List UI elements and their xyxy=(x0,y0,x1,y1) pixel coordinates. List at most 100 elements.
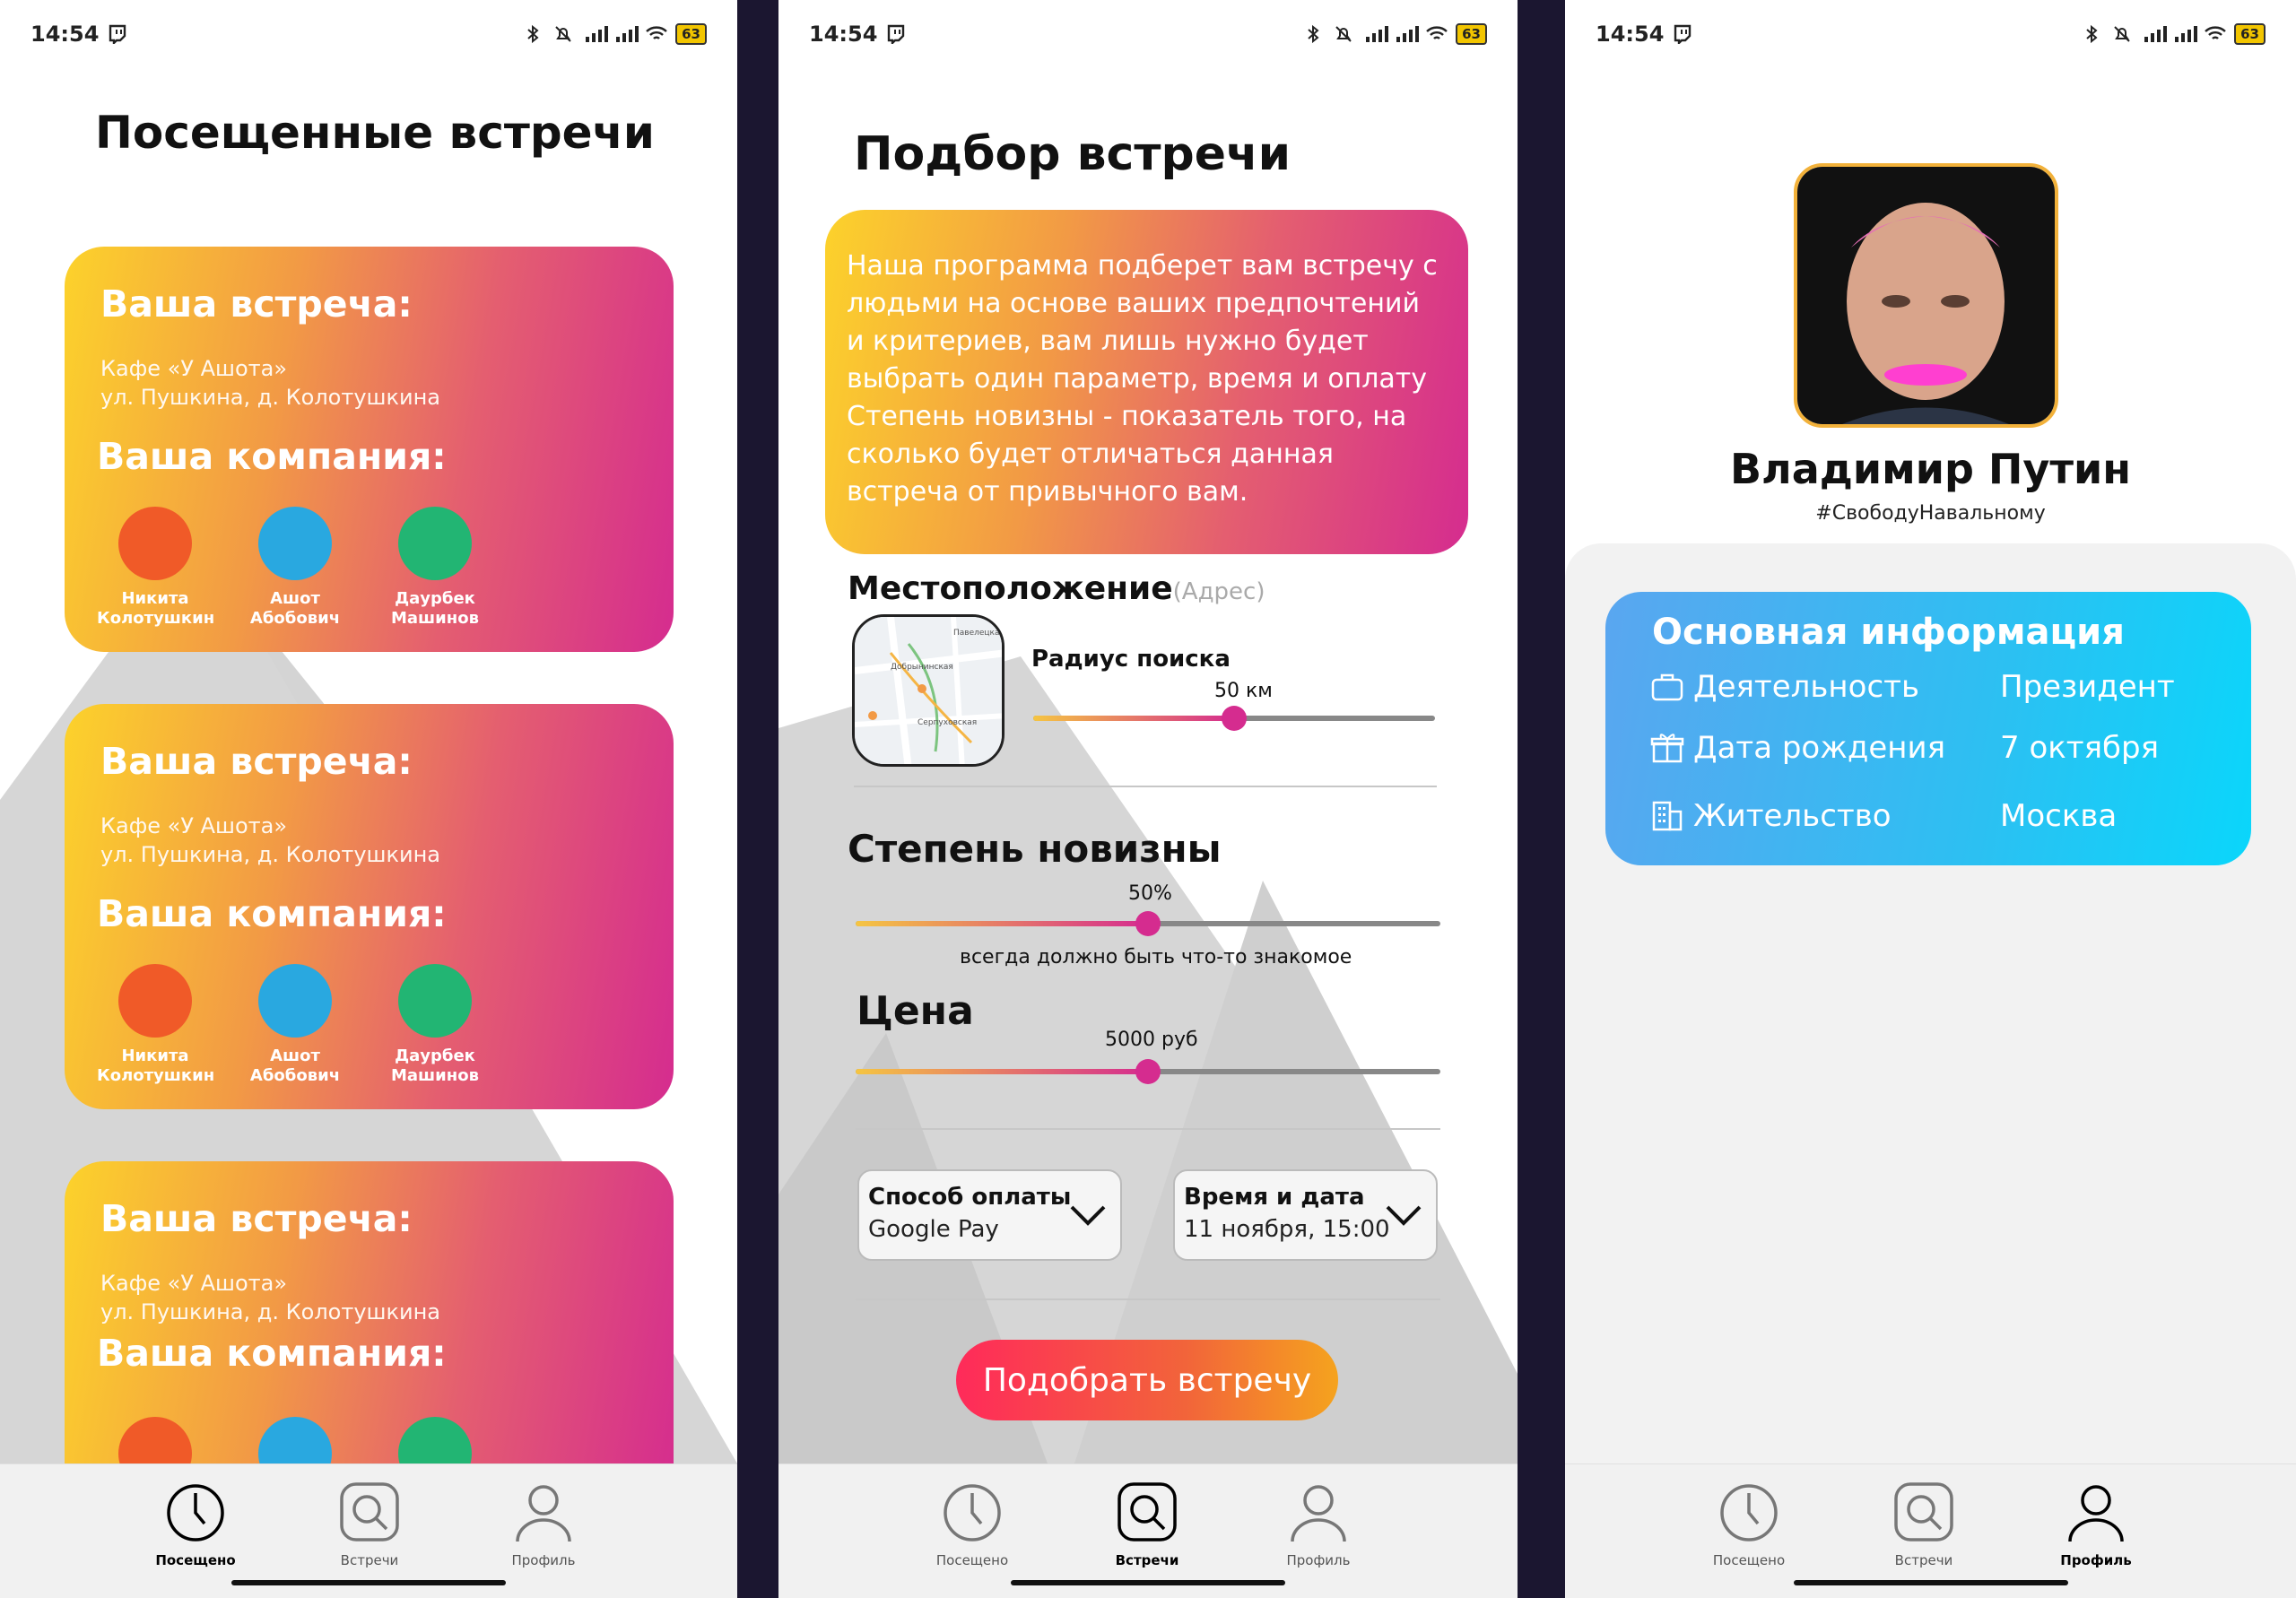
price-slider-knob[interactable] xyxy=(1135,1059,1161,1084)
divider xyxy=(856,1128,1440,1130)
building-icon xyxy=(1652,801,1683,831)
divider xyxy=(854,786,1437,787)
location-label-text: Местоположение xyxy=(848,570,1173,607)
meeting-card[interactable]: Ваша встреча: Кафе «У Ашота» ул. Пушкина… xyxy=(65,247,674,652)
person-name: Даурбек Машинов xyxy=(391,589,479,628)
bluetooth-icon xyxy=(1303,24,1323,44)
nav-profile[interactable]: Профиль xyxy=(2042,1481,2150,1568)
status-bar: 14:54 63 xyxy=(0,0,737,67)
chevron-down-icon xyxy=(1386,1205,1422,1226)
gift-icon xyxy=(1650,734,1684,763)
home-indicator[interactable] xyxy=(1011,1580,1285,1585)
info-label: Дата рождения xyxy=(1693,730,1946,766)
home-indicator[interactable] xyxy=(1793,1580,2068,1585)
company-list: Никита Колотушкин Ашот Абобович Даурбек … xyxy=(97,507,493,629)
meeting-card[interactable]: Ваша встреча: Кафе «У Ашота» ул. Пушкина… xyxy=(65,704,674,1109)
nav-profile[interactable]: Профиль xyxy=(490,1481,597,1568)
nav-visited[interactable]: Посещено xyxy=(142,1481,249,1568)
radius-slider-fill xyxy=(1033,716,1234,721)
battery-indicator: 63 xyxy=(1456,22,1487,45)
profile-avatar[interactable] xyxy=(1794,163,2058,428)
info-value: Президент xyxy=(2000,669,2175,705)
clock-icon xyxy=(944,1484,1001,1542)
nav-meetings-label: Встречи xyxy=(1894,1552,1953,1568)
nav-meetings[interactable]: Встречи xyxy=(316,1481,423,1568)
nav-profile-label: Профиль xyxy=(511,1552,576,1568)
status-time: 14:54 xyxy=(809,21,878,47)
search-icon xyxy=(1894,1482,1953,1542)
description-card: Наша программа подберет вам встречу с лю… xyxy=(825,210,1468,554)
nav-meetings[interactable]: Встречи xyxy=(1093,1481,1201,1568)
status-time: 14:54 xyxy=(30,21,100,47)
avatar xyxy=(118,964,192,1038)
search-icon xyxy=(1118,1482,1177,1542)
find-meeting-button[interactable]: Подобрать встречу xyxy=(956,1340,1338,1420)
meeting-place: Кафе «У Ашота» xyxy=(100,1271,288,1296)
wifi-icon xyxy=(1425,24,1448,44)
info-card: Основная информация Деятельность Президе… xyxy=(1605,592,2251,865)
price-value: 5000 руб xyxy=(1105,1029,1198,1051)
price-slider[interactable] xyxy=(856,1059,1440,1084)
meeting-address: Кафе «У Ашота» ул. Пушкина, д. Колотушки… xyxy=(100,1269,440,1326)
company-heading: Ваша компания: xyxy=(97,435,447,478)
nav-visited-label: Посещено xyxy=(935,1552,1009,1568)
map-preview[interactable]: Добрынинская Серпуховская Павелецкая xyxy=(852,614,1004,767)
person-item[interactable]: Ашот Абобович xyxy=(237,507,353,629)
map-label: Добрынинская xyxy=(891,663,953,672)
pick-screen: 14:54 63 Подбор встречи Наша программа п… xyxy=(778,0,1518,1598)
user-icon xyxy=(516,1485,571,1542)
radius-label: Радиус поиска xyxy=(1031,646,1231,673)
nav-visited[interactable]: Посещено xyxy=(918,1481,1026,1568)
meeting-street: ул. Пушкина, д. Колотушкина xyxy=(100,385,440,410)
radius-value: 50 км xyxy=(1214,680,1273,702)
person-item[interactable]: Ашот Абобович xyxy=(237,964,353,1086)
person-item[interactable]: Даурбек Машинов xyxy=(377,507,493,629)
user-icon xyxy=(1291,1485,1346,1542)
status-bar: 14:54 63 xyxy=(1565,0,2296,67)
novelty-label: Степень новизны xyxy=(848,827,1222,871)
info-row-birthday: Дата рождения xyxy=(1650,730,1945,766)
datetime-dropdown[interactable]: Время и дата 11 ноября, 15:00 xyxy=(1173,1169,1438,1261)
meeting-address: Кафе «У Ашота» ул. Пушкина, д. Колотушки… xyxy=(100,812,440,869)
clock-icon xyxy=(1720,1484,1778,1542)
novelty-slider[interactable] xyxy=(856,911,1440,936)
map-label: Павелецкая xyxy=(953,629,1004,638)
nav-meetings[interactable]: Встречи xyxy=(1870,1481,1978,1568)
location-hint: (Адрес) xyxy=(1172,578,1265,605)
info-value: 7 октября xyxy=(2000,730,2160,766)
info-row-activity: Деятельность xyxy=(1650,669,1919,705)
user-icon xyxy=(2068,1485,2124,1542)
mute-icon xyxy=(553,24,573,44)
novelty-caption: всегда должно быть что-то знакомое xyxy=(960,946,1352,968)
radius-slider-knob[interactable] xyxy=(1222,706,1247,731)
person-item[interactable]: Никита Колотушкин xyxy=(97,964,214,1086)
radius-slider[interactable] xyxy=(1033,706,1435,731)
mute-icon xyxy=(1334,24,1353,44)
person-item[interactable]: Даурбек Машинов xyxy=(377,964,493,1086)
novelty-slider-knob[interactable] xyxy=(1135,911,1161,936)
meeting-place: Кафе «У Ашота» xyxy=(100,356,288,381)
price-label: Цена xyxy=(857,988,974,1034)
nav-visited-label: Посещено xyxy=(155,1552,236,1568)
profile-screen: 14:54 63 Владимир Путин #СвободуНавально… xyxy=(1565,0,2296,1598)
meeting-heading: Ваша встреча: xyxy=(100,1197,413,1240)
home-indicator[interactable] xyxy=(231,1580,506,1585)
map-label: Серпуховская xyxy=(918,718,977,727)
meeting-address: Кафе «У Ашота» ул. Пушкина, д. Колотушки… xyxy=(100,354,440,412)
person-name: Никита Колотушкин xyxy=(97,589,215,628)
status-bar: 14:54 63 xyxy=(778,0,1518,67)
payment-dropdown[interactable]: Способ оплаты Google Pay xyxy=(857,1169,1122,1261)
battery-indicator: 63 xyxy=(675,22,707,45)
person-name: Ашот Абобович xyxy=(249,1047,341,1085)
bluetooth-icon xyxy=(523,24,543,44)
company-heading: Ваша компания: xyxy=(97,892,447,935)
nav-visited[interactable]: Посещено xyxy=(1695,1481,1803,1568)
person-item[interactable]: Никита Колотушкин xyxy=(97,507,215,629)
avatar xyxy=(398,507,472,580)
twitch-icon xyxy=(108,24,127,46)
avatar xyxy=(258,964,332,1038)
battery-indicator: 63 xyxy=(2234,22,2266,45)
nav-profile[interactable]: Профиль xyxy=(1265,1481,1372,1568)
location-label: Местоположение(Адрес) xyxy=(848,570,1265,607)
divider xyxy=(856,1298,1440,1300)
